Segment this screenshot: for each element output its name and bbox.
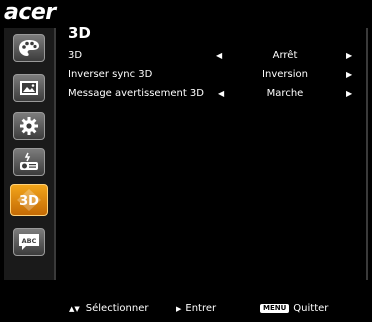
projector-icon[interactable] (13, 148, 45, 176)
right-arrow-icon[interactable]: ▶ (346, 85, 352, 102)
quit-label: Quitter (293, 303, 329, 314)
content-divider (366, 28, 368, 280)
acer-logo: acer (4, 0, 56, 25)
palette-icon[interactable] (13, 34, 45, 62)
osd-menu: acer 3D ABC 3D 3D ◀ Arrêt ▶ Inverser syn… (0, 0, 372, 322)
menu-row-value: Arrêt (272, 50, 298, 61)
menu-key-icon: MENU (260, 304, 290, 313)
language-icon[interactable]: ABC (13, 228, 45, 256)
menu-row-label: 3D (68, 50, 83, 61)
footer-hints: ▲▼ Sélectionner ▶ Entrer MENU Quitter (0, 300, 372, 318)
menu-row-3d[interactable]: 3D ◀ Arrêt ▶ (68, 47, 360, 64)
menu-row-inverser-sync[interactable]: Inverser sync 3D Inversion ▶ (68, 66, 360, 83)
menu-row-value: Marche (266, 88, 304, 99)
enter-arrow-icon: ▶ (176, 305, 182, 313)
sidebar-divider (54, 28, 56, 280)
select-label: Sélectionner (85, 303, 149, 314)
3d-icon[interactable]: 3D (10, 184, 48, 216)
language-icon-text: ABC (22, 237, 37, 245)
quit-hint: MENU Quitter (260, 300, 328, 318)
right-arrow-icon[interactable]: ▶ (346, 66, 352, 83)
left-arrow-icon[interactable]: ◀ (216, 47, 222, 64)
select-hint: ▲▼ Sélectionner (69, 300, 148, 318)
menu-row-value: Inversion (262, 69, 308, 80)
settings-icon[interactable] (13, 112, 45, 140)
menu-row-message-avertissement[interactable]: Message avertissement 3D ◀ Marche ▶ (68, 85, 360, 102)
3d-icon-text: 3D (19, 194, 39, 209)
left-arrow-icon[interactable]: ◀ (218, 85, 224, 102)
up-down-arrows-icon: ▲▼ (69, 305, 80, 313)
menu-row-label: Inverser sync 3D (68, 69, 153, 80)
enter-label: Entrer (185, 303, 217, 314)
image-icon[interactable] (13, 74, 45, 102)
page-title: 3D (68, 24, 91, 42)
sidebar: 3D ABC (4, 28, 56, 280)
right-arrow-icon[interactable]: ▶ (346, 47, 352, 64)
enter-hint: ▶ Entrer (176, 300, 216, 318)
menu-row-label: Message avertissement 3D (68, 88, 204, 99)
